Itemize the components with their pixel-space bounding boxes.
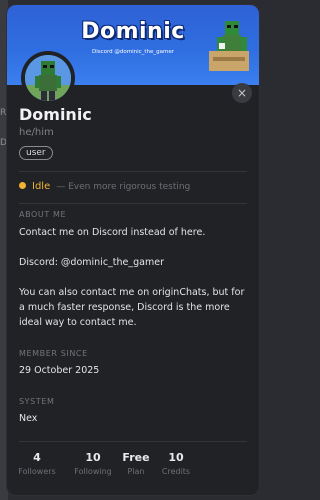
stat-label: Following (74, 467, 112, 476)
status-dot-icon (19, 182, 26, 189)
profile-card: Dominic Discord @dominic_the_gamer × Dom… (6, 4, 260, 496)
system-value: Nex (19, 413, 38, 424)
stat-credits: 10 Credits (152, 451, 200, 476)
close-button[interactable]: × (232, 83, 252, 103)
stat-label: Followers (18, 467, 56, 476)
avatar[interactable] (25, 55, 71, 101)
stat-value: 10 (85, 451, 101, 464)
divider (19, 171, 247, 172)
stat-label: Credits (161, 467, 191, 476)
about-me-line: Discord: @dominic_the_gamer (19, 257, 164, 268)
about-me-label: ABOUT ME (19, 210, 67, 219)
role-badge: user (19, 146, 53, 160)
avatar-ring (21, 51, 75, 105)
divider (19, 203, 247, 204)
stat-value: 10 (168, 451, 184, 464)
profile-pronouns: he/him (19, 127, 54, 138)
divider (19, 441, 247, 442)
about-me-line: Contact me on Discord instead of here. (19, 227, 206, 238)
stat-value: 4 (33, 451, 41, 464)
profile-display-name: Dominic (19, 105, 92, 124)
status-state: Idle (32, 181, 51, 192)
avatar-image (25, 55, 71, 101)
about-me-paragraph: You can also contact me on originChats, … (19, 287, 245, 328)
system-label: SYSTEM (19, 397, 55, 406)
status-row: Idle — Even more rigorous testing (19, 181, 190, 192)
status-note: — Even more rigorous testing (56, 182, 191, 192)
member-since-label: MEMBER SINCE (19, 349, 88, 358)
stat-following[interactable]: 10 Following (69, 451, 117, 476)
stat-followers[interactable]: 4 Followers (13, 451, 61, 476)
banner-character-image (209, 21, 249, 71)
stats-row: 4 Followers 10 Following Free Plan 10 Cr… (13, 451, 253, 491)
member-since-value: 29 October 2025 (19, 365, 100, 376)
